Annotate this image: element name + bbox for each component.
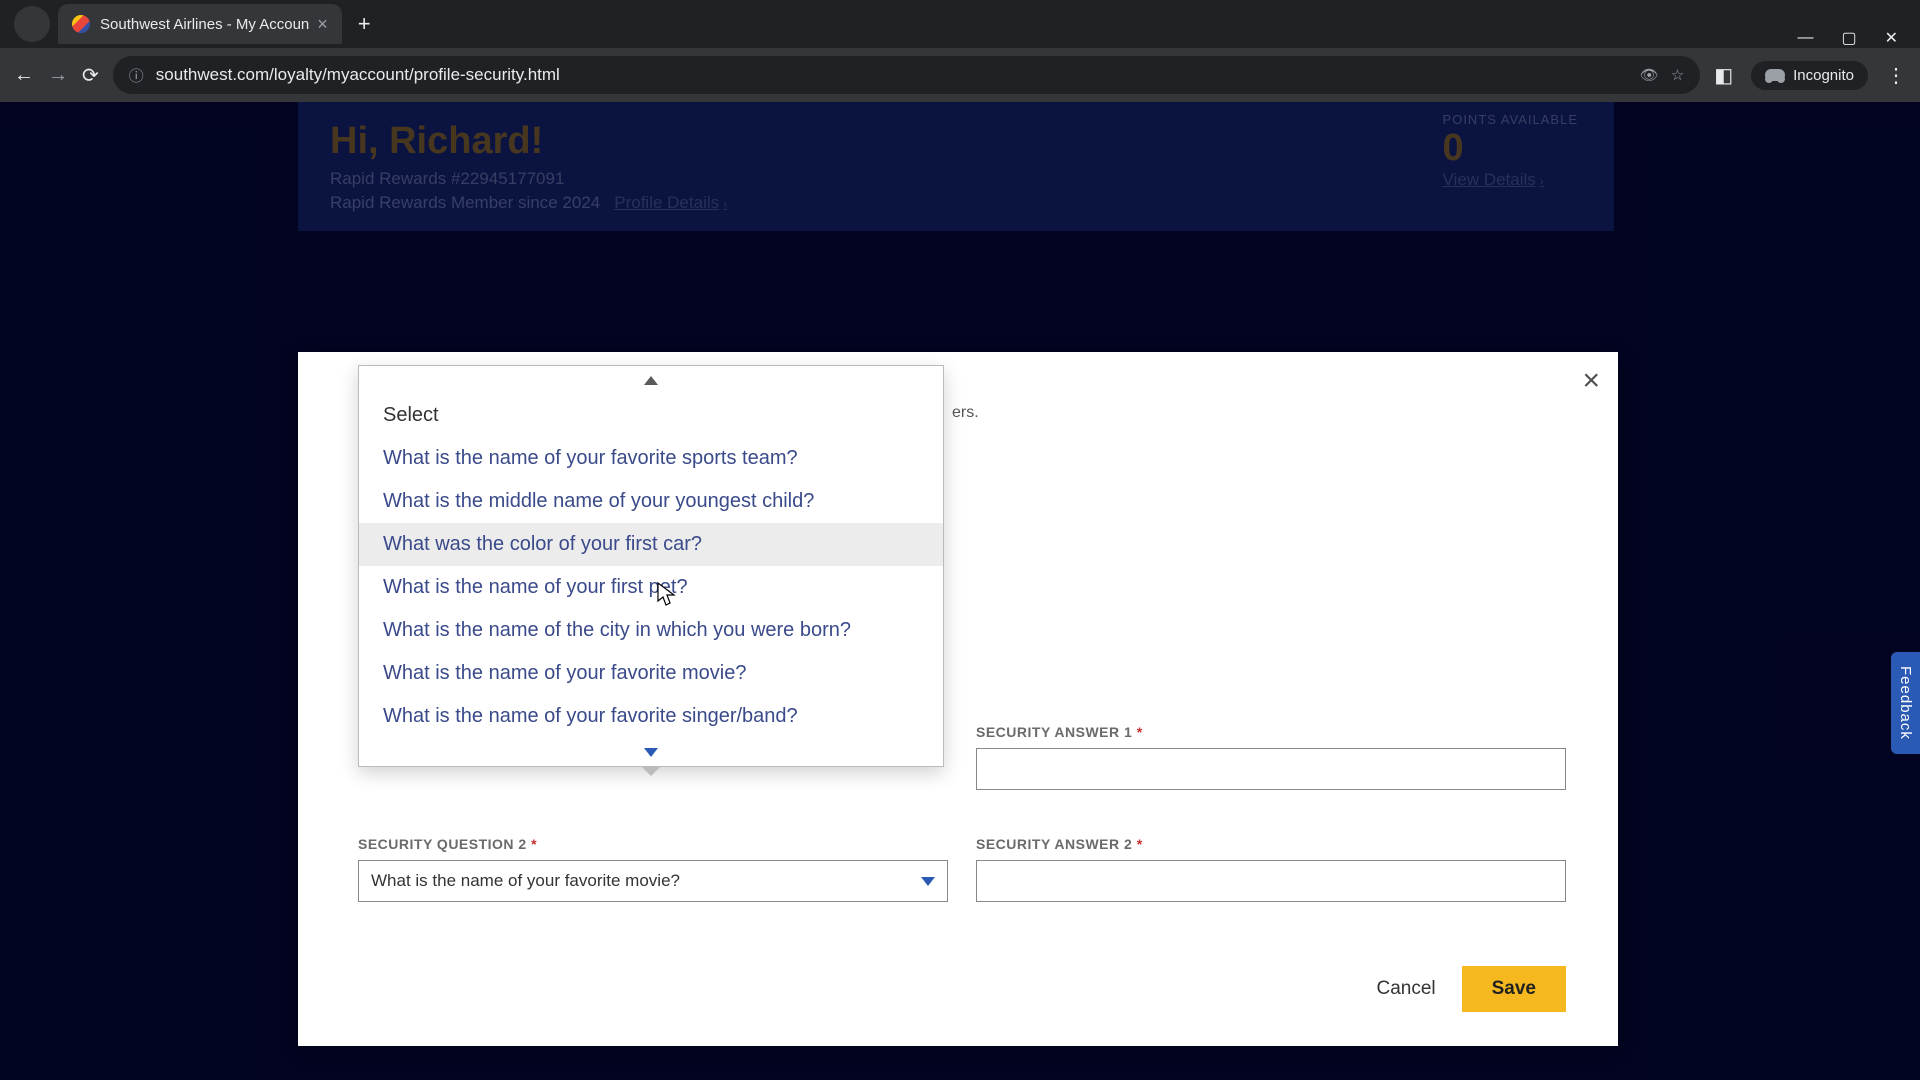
browser-tab-strip: Southwest Airlines - My Accoun × + — ▢ ✕	[0, 0, 1920, 48]
browser-toolbar: ← → ⟳ ⓘ southwest.com/loyalty/myaccount/…	[0, 48, 1920, 102]
maximize-icon[interactable]: ▢	[1841, 28, 1856, 48]
dropdown-scroll-up[interactable]	[359, 366, 943, 394]
tab-search-button[interactable]	[14, 6, 50, 42]
minimize-icon[interactable]: —	[1797, 29, 1813, 47]
close-window-icon[interactable]: ✕	[1885, 28, 1898, 48]
required-mark: *	[531, 836, 537, 852]
forward-button: →	[48, 64, 68, 87]
hint-fragment: ers.	[952, 404, 979, 422]
save-button[interactable]: Save	[1462, 966, 1566, 1012]
security-answer-1-label: SECURITY ANSWER 1 *	[976, 724, 1566, 740]
dropdown-option-placeholder[interactable]: Select	[359, 394, 943, 437]
dropdown-option[interactable]: What was the color of your first car?	[359, 523, 943, 566]
site-info-icon[interactable]: ⓘ	[129, 65, 144, 86]
dropdown-scroll-down[interactable]	[359, 738, 943, 766]
dropdown-option[interactable]: What is the name of the city in which yo…	[359, 609, 943, 652]
dropdown-option[interactable]: What is the middle name of your youngest…	[359, 480, 943, 523]
dropdown-pointer	[641, 766, 661, 776]
side-panel-icon[interactable]: ◧	[1714, 63, 1733, 88]
kebab-menu-icon[interactable]: ⋮	[1886, 63, 1906, 88]
bookmark-icon[interactable]: ☆	[1671, 66, 1684, 84]
select-value: What is the name of your favorite movie?	[371, 871, 680, 891]
modal-close-button[interactable]: ×	[1582, 364, 1600, 398]
label-text: SECURITY ANSWER 2	[976, 836, 1132, 852]
chevron-down-icon	[644, 748, 658, 757]
label-text: SECURITY ANSWER 1	[976, 724, 1132, 740]
browser-tab[interactable]: Southwest Airlines - My Accoun ×	[58, 4, 342, 44]
security-answer-2-label: SECURITY ANSWER 2 *	[976, 836, 1566, 852]
dropdown-option[interactable]: What is the name of your favorite sports…	[359, 437, 943, 480]
page-viewport: Hi, Richard! Rapid Rewards #22945177091 …	[0, 102, 1920, 1080]
chevron-down-icon	[921, 871, 935, 891]
label-text: SECURITY QUESTION 2	[358, 836, 527, 852]
security-answer-2-input[interactable]	[976, 860, 1566, 902]
incognito-label: Incognito	[1793, 67, 1854, 84]
close-icon[interactable]: ×	[317, 14, 328, 35]
dropdown-option[interactable]: What is the name of your favorite movie?	[359, 652, 943, 695]
incognito-icon	[1765, 69, 1785, 81]
tab-favicon	[72, 15, 90, 33]
required-mark: *	[1137, 724, 1143, 740]
new-tab-button[interactable]: +	[358, 11, 371, 37]
eye-off-icon[interactable]: 👁	[1640, 66, 1659, 84]
dropdown-option[interactable]: What is the name of your first pet?	[359, 566, 943, 609]
feedback-tab[interactable]: Feedback	[1891, 652, 1920, 754]
address-bar[interactable]: ⓘ southwest.com/loyalty/myaccount/profil…	[113, 56, 1700, 94]
incognito-badge[interactable]: Incognito	[1751, 61, 1868, 90]
dropdown-option[interactable]: What is the name of your favorite singer…	[359, 695, 943, 738]
tab-title: Southwest Airlines - My Accoun	[100, 16, 309, 33]
security-question-dropdown: Select What is the name of your favorite…	[358, 365, 944, 767]
cancel-button[interactable]: Cancel	[1376, 978, 1435, 1000]
required-mark: *	[1137, 836, 1143, 852]
url-text: southwest.com/loyalty/myaccount/profile-…	[156, 65, 1628, 85]
back-button[interactable]: ←	[14, 64, 34, 87]
security-answer-1-input[interactable]	[976, 748, 1566, 790]
security-question-2-select[interactable]: What is the name of your favorite movie?	[358, 860, 948, 902]
chevron-up-icon	[644, 376, 658, 385]
reload-button[interactable]: ⟳	[82, 63, 99, 88]
window-controls: — ▢ ✕	[1775, 28, 1920, 48]
security-question-2-label: SECURITY QUESTION 2 *	[358, 836, 948, 852]
